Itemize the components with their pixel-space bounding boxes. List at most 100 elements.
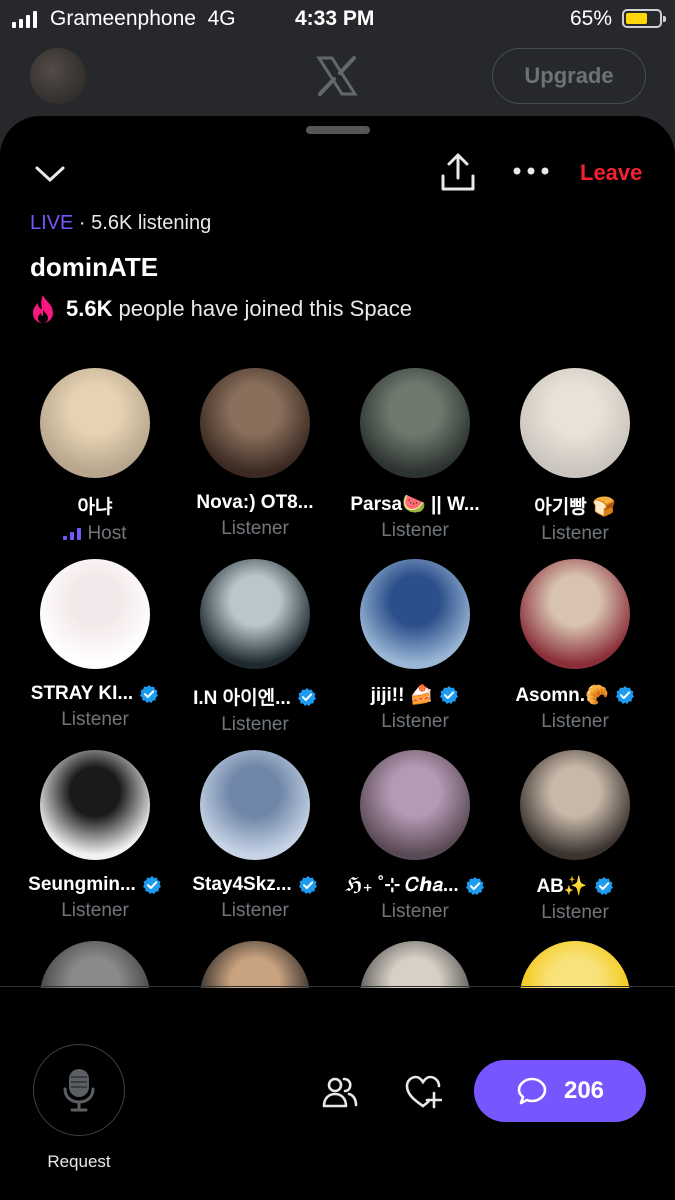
avatar[interactable] xyxy=(40,559,150,669)
leave-button[interactable]: Leave xyxy=(580,160,642,186)
participant-name: ℌ₊ ˚⊹ 𝐶ℎ𝑎... xyxy=(335,874,495,897)
participant-role: Listener xyxy=(495,523,655,545)
participant-role-text: Listener xyxy=(541,902,609,923)
avatar[interactable] xyxy=(200,750,310,860)
participant[interactable] xyxy=(495,941,655,988)
heart-plus-icon[interactable] xyxy=(404,1074,442,1110)
participant[interactable]: Stay4Skz... Listener xyxy=(175,750,335,922)
participant[interactable]: Parsa🍉 || W... Listener xyxy=(335,368,495,542)
participant-role-text: Listener xyxy=(221,900,289,921)
participant[interactable]: Asomn.🥐 Listener xyxy=(495,559,655,733)
comment-icon xyxy=(517,1077,547,1105)
participant[interactable] xyxy=(335,941,495,988)
participant-role-text: Listener xyxy=(541,711,609,732)
participant-name-text: jiji!! 🍰 xyxy=(370,685,434,706)
participant[interactable]: 아기빵 🍞 Listener xyxy=(495,368,655,545)
verified-icon xyxy=(142,876,161,894)
people-icon[interactable] xyxy=(322,1074,358,1110)
participant-role-text: Listener xyxy=(381,901,449,922)
avatar[interactable] xyxy=(520,941,630,988)
participant-name-text: Stay4Skz... xyxy=(192,874,292,895)
background-header: Upgrade xyxy=(0,40,675,120)
participant[interactable] xyxy=(15,941,175,988)
participant-name: 아냐 xyxy=(15,492,175,519)
upgrade-button[interactable]: Upgrade xyxy=(492,48,646,104)
clock: 4:33 PM xyxy=(295,7,375,30)
share-icon[interactable] xyxy=(440,152,476,192)
participant-name-text: AB✨ xyxy=(536,876,588,897)
participant-name: AB✨ xyxy=(495,874,655,898)
verified-icon xyxy=(615,686,634,704)
participant[interactable]: I.N 아이엔... Listener xyxy=(175,559,335,736)
comments-button[interactable]: 206 xyxy=(474,1060,646,1122)
space-title: dominATE xyxy=(30,252,159,282)
participant[interactable]: Seungmin... Listener xyxy=(15,750,175,922)
participants-grid: 아냐 Host Nova:) OT8... Listener Parsa🍉 || W..… xyxy=(0,368,675,988)
participant[interactable]: ℌ₊ ˚⊹ 𝐶ℎ𝑎... Listener xyxy=(335,750,495,923)
avatar[interactable] xyxy=(30,48,86,104)
joined-count: 5.6K xyxy=(66,296,113,321)
avatar[interactable] xyxy=(40,368,150,478)
participant[interactable]: STRAY KI... Listener xyxy=(15,559,175,731)
verified-icon xyxy=(594,877,613,895)
live-status: LIVE · 5.6K listening xyxy=(30,212,211,235)
participant-role: Listener xyxy=(495,902,655,924)
avatar[interactable] xyxy=(360,559,470,669)
avatar[interactable] xyxy=(360,750,470,860)
battery-icon xyxy=(622,9,666,28)
participant-role: Listener xyxy=(175,714,335,736)
participant[interactable]: AB✨ Listener xyxy=(495,750,655,924)
avatar[interactable] xyxy=(360,941,470,988)
chevron-down-icon[interactable] xyxy=(34,158,66,190)
participant-name: I.N 아이엔... xyxy=(175,683,335,710)
avatar[interactable] xyxy=(200,368,310,478)
verified-icon xyxy=(465,876,484,895)
participant-role-text: Listener xyxy=(381,711,449,732)
participant-name-text: Asomn.🥐 xyxy=(515,685,609,706)
participant-role: Host xyxy=(15,523,175,545)
participant[interactable]: 아냐 Host xyxy=(15,368,175,545)
avatar[interactable] xyxy=(200,941,310,988)
participant-role-text: Listener xyxy=(221,714,289,735)
listening-count: · 5.6K listening xyxy=(78,212,212,234)
status-bar: Grameenphone 4G 4:33 PM 65% xyxy=(0,0,675,40)
avatar[interactable] xyxy=(520,368,630,478)
participant-name: 아기빵 🍞 xyxy=(495,492,655,519)
participant-role: Listener xyxy=(15,709,175,731)
signal-icon xyxy=(12,10,37,28)
participant-role: Listener xyxy=(495,711,655,733)
participant-role-text: Listener xyxy=(221,518,289,539)
participant[interactable]: jiji!! 🍰 Listener xyxy=(335,559,495,733)
divider xyxy=(0,986,675,987)
participant-name-text: Nova:) OT8... xyxy=(196,492,314,513)
request-label: Request xyxy=(47,1152,111,1171)
avatar[interactable] xyxy=(200,559,310,669)
avatar[interactable] xyxy=(40,750,150,860)
participant[interactable] xyxy=(175,941,335,988)
participant-name: Stay4Skz... xyxy=(175,874,335,896)
verified-icon xyxy=(140,685,159,703)
participant[interactable]: Nova:) OT8... Listener xyxy=(175,368,335,540)
participant-name: Nova:) OT8... xyxy=(175,492,335,514)
joined-text: people have joined this Space xyxy=(118,296,413,321)
avatar[interactable] xyxy=(520,559,630,669)
request-mic-button[interactable] xyxy=(33,1044,125,1136)
participant-name: STRAY KI... xyxy=(15,683,175,705)
participant-name: Parsa🍉 || W... xyxy=(335,492,495,516)
carrier-label: Grameenphone 4G xyxy=(50,7,236,30)
verified-icon xyxy=(297,687,316,706)
participant-name-text: 아기빵 🍞 xyxy=(534,497,616,518)
sheet-grabber[interactable] xyxy=(306,126,370,134)
participant-name: jiji!! 🍰 xyxy=(335,683,495,707)
flame-icon xyxy=(33,295,53,323)
participant-name-text: STRAY KI... xyxy=(30,683,134,704)
host-speaking-icon xyxy=(63,528,82,540)
participant-role-text: Listener xyxy=(61,900,129,921)
more-icon[interactable] xyxy=(512,164,550,178)
avatar[interactable] xyxy=(520,750,630,860)
participant-name: Asomn.🥐 xyxy=(495,683,655,707)
avatar[interactable] xyxy=(40,941,150,988)
verified-icon xyxy=(298,876,317,894)
avatar[interactable] xyxy=(360,368,470,478)
participant-role-text: Host xyxy=(87,523,127,544)
